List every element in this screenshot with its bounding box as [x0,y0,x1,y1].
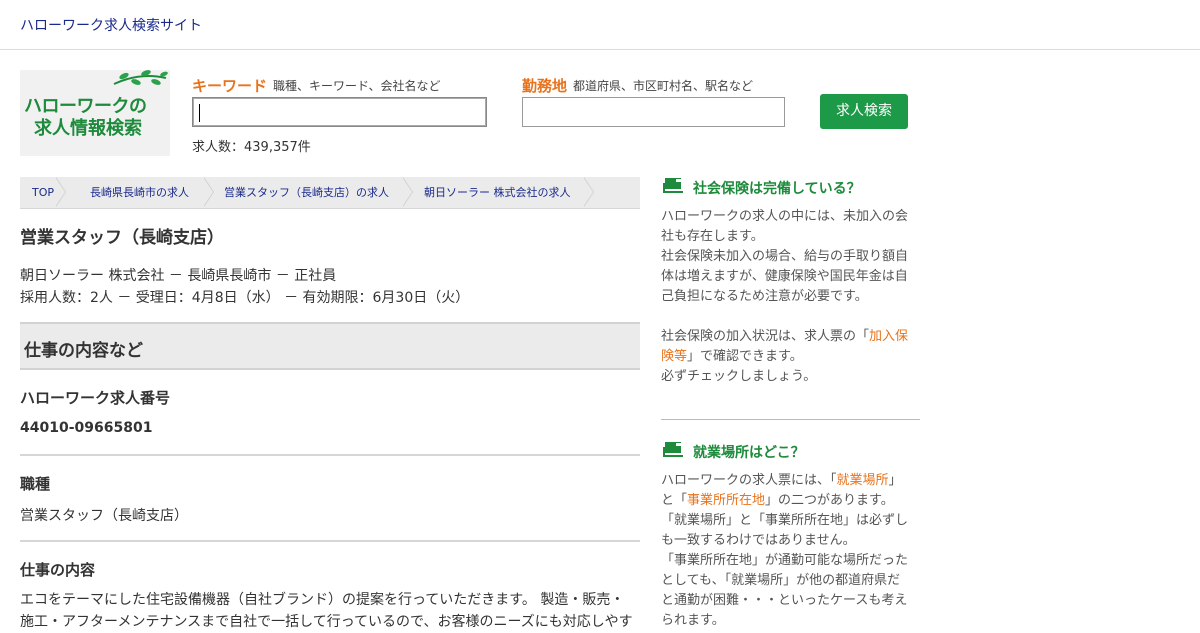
section-header: 仕事の内容など [20,322,640,370]
breadcrumb: TOP 長崎県長崎市の求人 営業スタッフ（長崎支店）の求人 朝日ソーラー 株式会… [20,177,640,209]
location-text: ハローワークの求人票には、「就業場所」 と「事業所所在地」の二つがあります。 「… [661,473,909,628]
job-title: 営業スタッフ（長崎支店） [20,228,224,248]
keyword-input[interactable] [192,97,487,127]
location-heading-text: 就業場所はどこ？ [693,445,805,461]
keyword-label: キーワード [192,77,268,95]
insurance-link-cont[interactable]: 険等 [661,349,687,364]
job-number-label: ハローワーク求人番号 [20,389,171,407]
job-content-line: エコをテーマにした住宅設備機器（自社ブランド）の提案を行っていただきます。 製造… [20,592,625,608]
job-content-label: 仕事の内容 [20,561,96,579]
insurance-link[interactable]: 加入保 [869,329,908,344]
work-location-link[interactable]: 就業場所 [837,473,889,488]
breadcrumb-job-title[interactable]: 営業スタッフ（長崎支店）の求人 [224,177,389,208]
job-meta-dates: 採用人数：2人 － 受理日：4月8日（水） － 有効期限：6月30日（火） [20,290,470,306]
location-label: 勤務地 [522,77,568,95]
job-type-value: 営業スタッフ（長崎支店） [20,508,188,524]
job-count: 求人数：439,357件 [192,140,311,155]
sidebar-divider [661,419,920,420]
keyword-hint: 職種、キーワード、会社名など [273,79,441,93]
site-logo[interactable]: ハローワークの 求人情報検索 [20,70,170,156]
job-type-label: 職種 [20,475,51,493]
top-bar: ハローワーク求人検索サイト [0,0,1200,50]
divider [20,540,640,542]
job-meta-company: 朝日ソーラー 株式会社 － 長崎県長崎市 － 正社員 [20,268,337,284]
leaf-sprig-icon [113,70,168,85]
job-number-value: 44010-09665801 [20,420,153,436]
text-caret [199,104,200,122]
section-title: 仕事の内容など [24,341,143,361]
insurance-heading-text: 社会保険は完備している？ [693,181,861,197]
breadcrumb-nagasaki[interactable]: 長崎県長崎市の求人 [90,177,189,208]
office-address-link[interactable]: 事業所所在地 [687,493,765,508]
divider [20,454,640,456]
breadcrumb-company[interactable]: 朝日ソーラー 株式会社の求人 [424,177,571,208]
insurance-text: ハローワークの求人の中には、未加入の会 社も存在します。 社会保険未加入の場合、… [661,209,909,384]
site-title-link[interactable]: ハローワーク求人検索サイト [20,15,202,35]
logo-text-line2: 求人情報検索 [34,118,142,139]
location-input[interactable] [522,97,785,127]
job-content-text: エコをテーマにした住宅設備機器（自社ブランド）の提案を行っていただきます。 製造… [20,589,640,633]
memo-icon [663,178,683,193]
memo-icon [663,442,683,457]
search-button[interactable]: 求人検索 [820,94,908,129]
breadcrumb-top[interactable]: TOP [32,177,54,208]
location-hint: 都道府県、市区町村名、駅名など [573,79,754,93]
